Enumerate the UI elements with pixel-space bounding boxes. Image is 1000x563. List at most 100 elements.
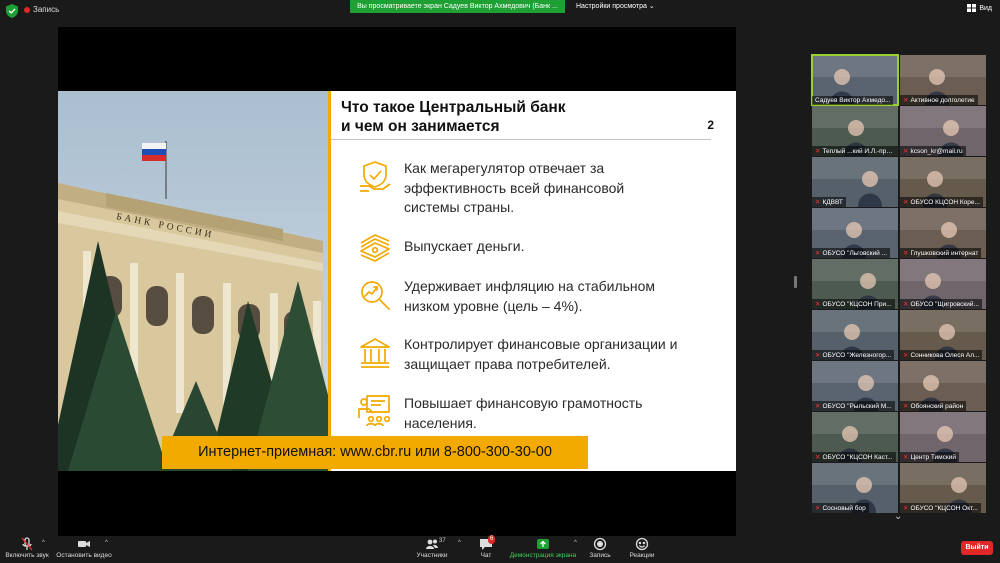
bank-building-icon (360, 338, 390, 368)
participant-name-label: ✕ ОБУСО "Щигровский... (900, 299, 982, 309)
participant-tile[interactable]: ✕ Активное долголетие (900, 55, 986, 105)
participant-name: ОБУСО "Железногор... (822, 352, 892, 359)
meeting-toolbar: Включить звук ^ Остановить видео ^ 37 Уч… (0, 535, 1000, 563)
view-settings-dropdown[interactable]: Настройки просмотра ⌄ (570, 0, 661, 13)
slide-footer-contacts: Интернет-приемная: www.cbr.ru или 8-800-… (162, 436, 588, 469)
muted-mic-icon: ✕ (903, 301, 909, 308)
view-settings-label: Настройки просмотра (576, 3, 647, 10)
participant-tile[interactable]: ✕ ОБУСО КЦСОН Коре... (900, 157, 986, 207)
slide-item-control: Контролирует финансовые организации и за… (357, 335, 714, 374)
slide-item-text: Повышает финансовую грамотность населени… (404, 395, 643, 431)
participant-name: Обоянский район (910, 403, 964, 410)
participant-tile[interactable]: ✕ ОБУСО "Льговский ... (812, 208, 898, 258)
participant-tile[interactable]: ✕ Теплый ...кий И.Л.-пров... (812, 106, 898, 156)
reactions-button[interactable]: Реакции (628, 537, 656, 559)
participant-tile[interactable]: ✕ Обоянский район (900, 361, 986, 411)
participant-name-label: ✕ ОБУСО "Рыльский М... (812, 401, 895, 411)
share-screen-button[interactable]: Демонстрация экрана (509, 537, 577, 559)
participant-tile[interactable]: ✕ kcson_kr@mail.ru (900, 106, 986, 156)
participant-name: Центр Тимский (910, 454, 957, 461)
participants-label: Участники (416, 552, 448, 559)
reactions-label: Реакции (629, 552, 655, 559)
magnifier-chart-icon (361, 281, 390, 310)
muted-mic-icon: ✕ (815, 403, 821, 410)
participant-tile[interactable]: ✕ Сосновый бор (812, 463, 898, 513)
muted-mic-icon: ✕ (815, 301, 821, 308)
participant-name: kcson_kr@mail.ru (910, 148, 963, 155)
top-bar: Запись Вы просматриваете экран Садуев Ви… (0, 0, 1000, 22)
participant-name: Теплый ...кий И.Л.-пров... (822, 148, 898, 155)
video-label: Остановить видео (56, 552, 112, 559)
participant-tile[interactable]: ✕ ОБУСО "КЦСОН Каст... (812, 412, 898, 462)
participant-name: ОБУСО КЦСОН Коре... (910, 199, 980, 206)
gallery-scroll-down-icon[interactable]: ⌄ (894, 511, 902, 522)
participant-name: ОБУСО "Льговский ... (822, 250, 887, 257)
slide-item-inflation: Удерживает инфляцию на стабильном низком… (357, 277, 704, 316)
panel-resize-handle[interactable] (794, 276, 797, 288)
record-button[interactable]: Запись (587, 537, 613, 559)
slide-item-regulator: Как мегарегулятор отвечает за эффективно… (357, 159, 649, 218)
participant-name-label: ✕ Центр Тимский (900, 452, 960, 462)
participant-tile[interactable]: ✕ Сонникова Олеся Ал... (900, 310, 986, 360)
bank-building-photo: БАНК РОССИИ (58, 91, 328, 471)
participant-name-label: ✕ Обоянский район (900, 401, 967, 411)
shield-icon[interactable] (6, 4, 18, 18)
slide-item-text: Удерживает инфляцию на стабильном низком… (404, 278, 656, 314)
slide-accent-line (328, 91, 331, 471)
muted-mic-icon: ✕ (903, 199, 909, 206)
participant-tile[interactable]: ✕ ОБУСО "Щигровский... (900, 259, 986, 309)
participant-name-label: ✕ ОБУСО "КЦСОН При... (812, 299, 895, 309)
participant-tile[interactable]: ✕ ОБУСО "КЦСОН Окт... (900, 463, 986, 513)
muted-mic-icon: ✕ (815, 505, 821, 512)
participant-name-label: Садуев Виктор Ахмедо... (812, 96, 894, 105)
participant-name: Садуев Виктор Ахмедо... (815, 97, 891, 104)
view-button-label: Вид (979, 4, 992, 12)
participant-name-label: ✕ Глушковский интернат (900, 248, 982, 258)
recording-dot-icon (24, 6, 30, 13)
chat-icon: 6 (479, 535, 496, 552)
participant-tile[interactable]: ✕ КДВВТ (812, 157, 898, 207)
participant-tile[interactable]: ✕ Глушковский интернат (900, 208, 986, 258)
participant-name-label: ✕ ОБУСО "КЦСОН Каст... (812, 452, 896, 462)
view-button[interactable]: Вид (967, 4, 992, 12)
participant-name-label: ✕ ОБУСО "Железногор... (812, 350, 895, 360)
muted-mic-icon: ✕ (903, 148, 909, 155)
participant-tile[interactable]: ✕ ОБУСО "КЦСОН При... (812, 259, 898, 309)
participants-button[interactable]: 37 Участники (413, 537, 451, 559)
participant-name-label: ✕ КДВВТ (812, 197, 846, 207)
participants-count: 37 (439, 538, 446, 544)
slide-page-number: 2 (707, 118, 714, 132)
chat-button[interactable]: 6 Чат (474, 535, 498, 559)
participant-name-label: ✕ Сосновый бор (812, 503, 869, 513)
share-screen-icon (509, 537, 577, 552)
video-button[interactable]: Остановить видео (56, 537, 112, 559)
chat-unread-badge: 6 (488, 535, 496, 544)
participants-options-caret[interactable]: ^ (458, 540, 461, 546)
audio-options-caret[interactable]: ^ (42, 540, 45, 546)
participant-name-label: ✕ ОБУСО "КЦСОН Окт... (900, 503, 981, 513)
participant-tile[interactable]: ✕ ОБУСО "Железногор... (812, 310, 898, 360)
participant-tile[interactable]: ✕ Центр Тимский (900, 412, 986, 462)
money-stack-icon (360, 234, 390, 262)
viewing-screen-banner: Вы просматриваете экран Садуев Виктор Ах… (350, 0, 565, 13)
muted-mic-icon: ✕ (815, 148, 821, 155)
participant-name: Активное долголетие (910, 97, 975, 104)
participant-tile[interactable]: ✕ ОБУСО "Рыльский М... (812, 361, 898, 411)
participant-name: КДВВТ (822, 199, 843, 206)
participant-name: Глушковский интернат (910, 250, 979, 257)
muted-mic-icon: ✕ (903, 352, 909, 359)
muted-mic-icon: ✕ (815, 352, 821, 359)
participant-name: ОБУСО "Щигровский... (910, 301, 979, 308)
share-options-caret[interactable]: ^ (574, 540, 577, 546)
slide-title: Что такое Центральный банк и чем он зани… (341, 98, 566, 136)
participant-name-label: ✕ Активное долголетие (900, 95, 978, 105)
leave-meeting-button[interactable]: Выйти (961, 541, 993, 555)
recording-indicator[interactable]: Запись (24, 5, 59, 14)
video-options-caret[interactable]: ^ (105, 540, 108, 546)
muted-mic-icon: ✕ (903, 505, 909, 512)
participant-name-label: ✕ ОБУСО КЦСОН Коре... (900, 197, 983, 207)
muted-mic-icon: ✕ (903, 454, 909, 461)
chevron-down-icon: ⌄ (648, 3, 655, 10)
participant-tile[interactable]: Садуев Виктор Ахмедо... (811, 54, 899, 106)
muted-mic-icon: ✕ (815, 250, 821, 257)
